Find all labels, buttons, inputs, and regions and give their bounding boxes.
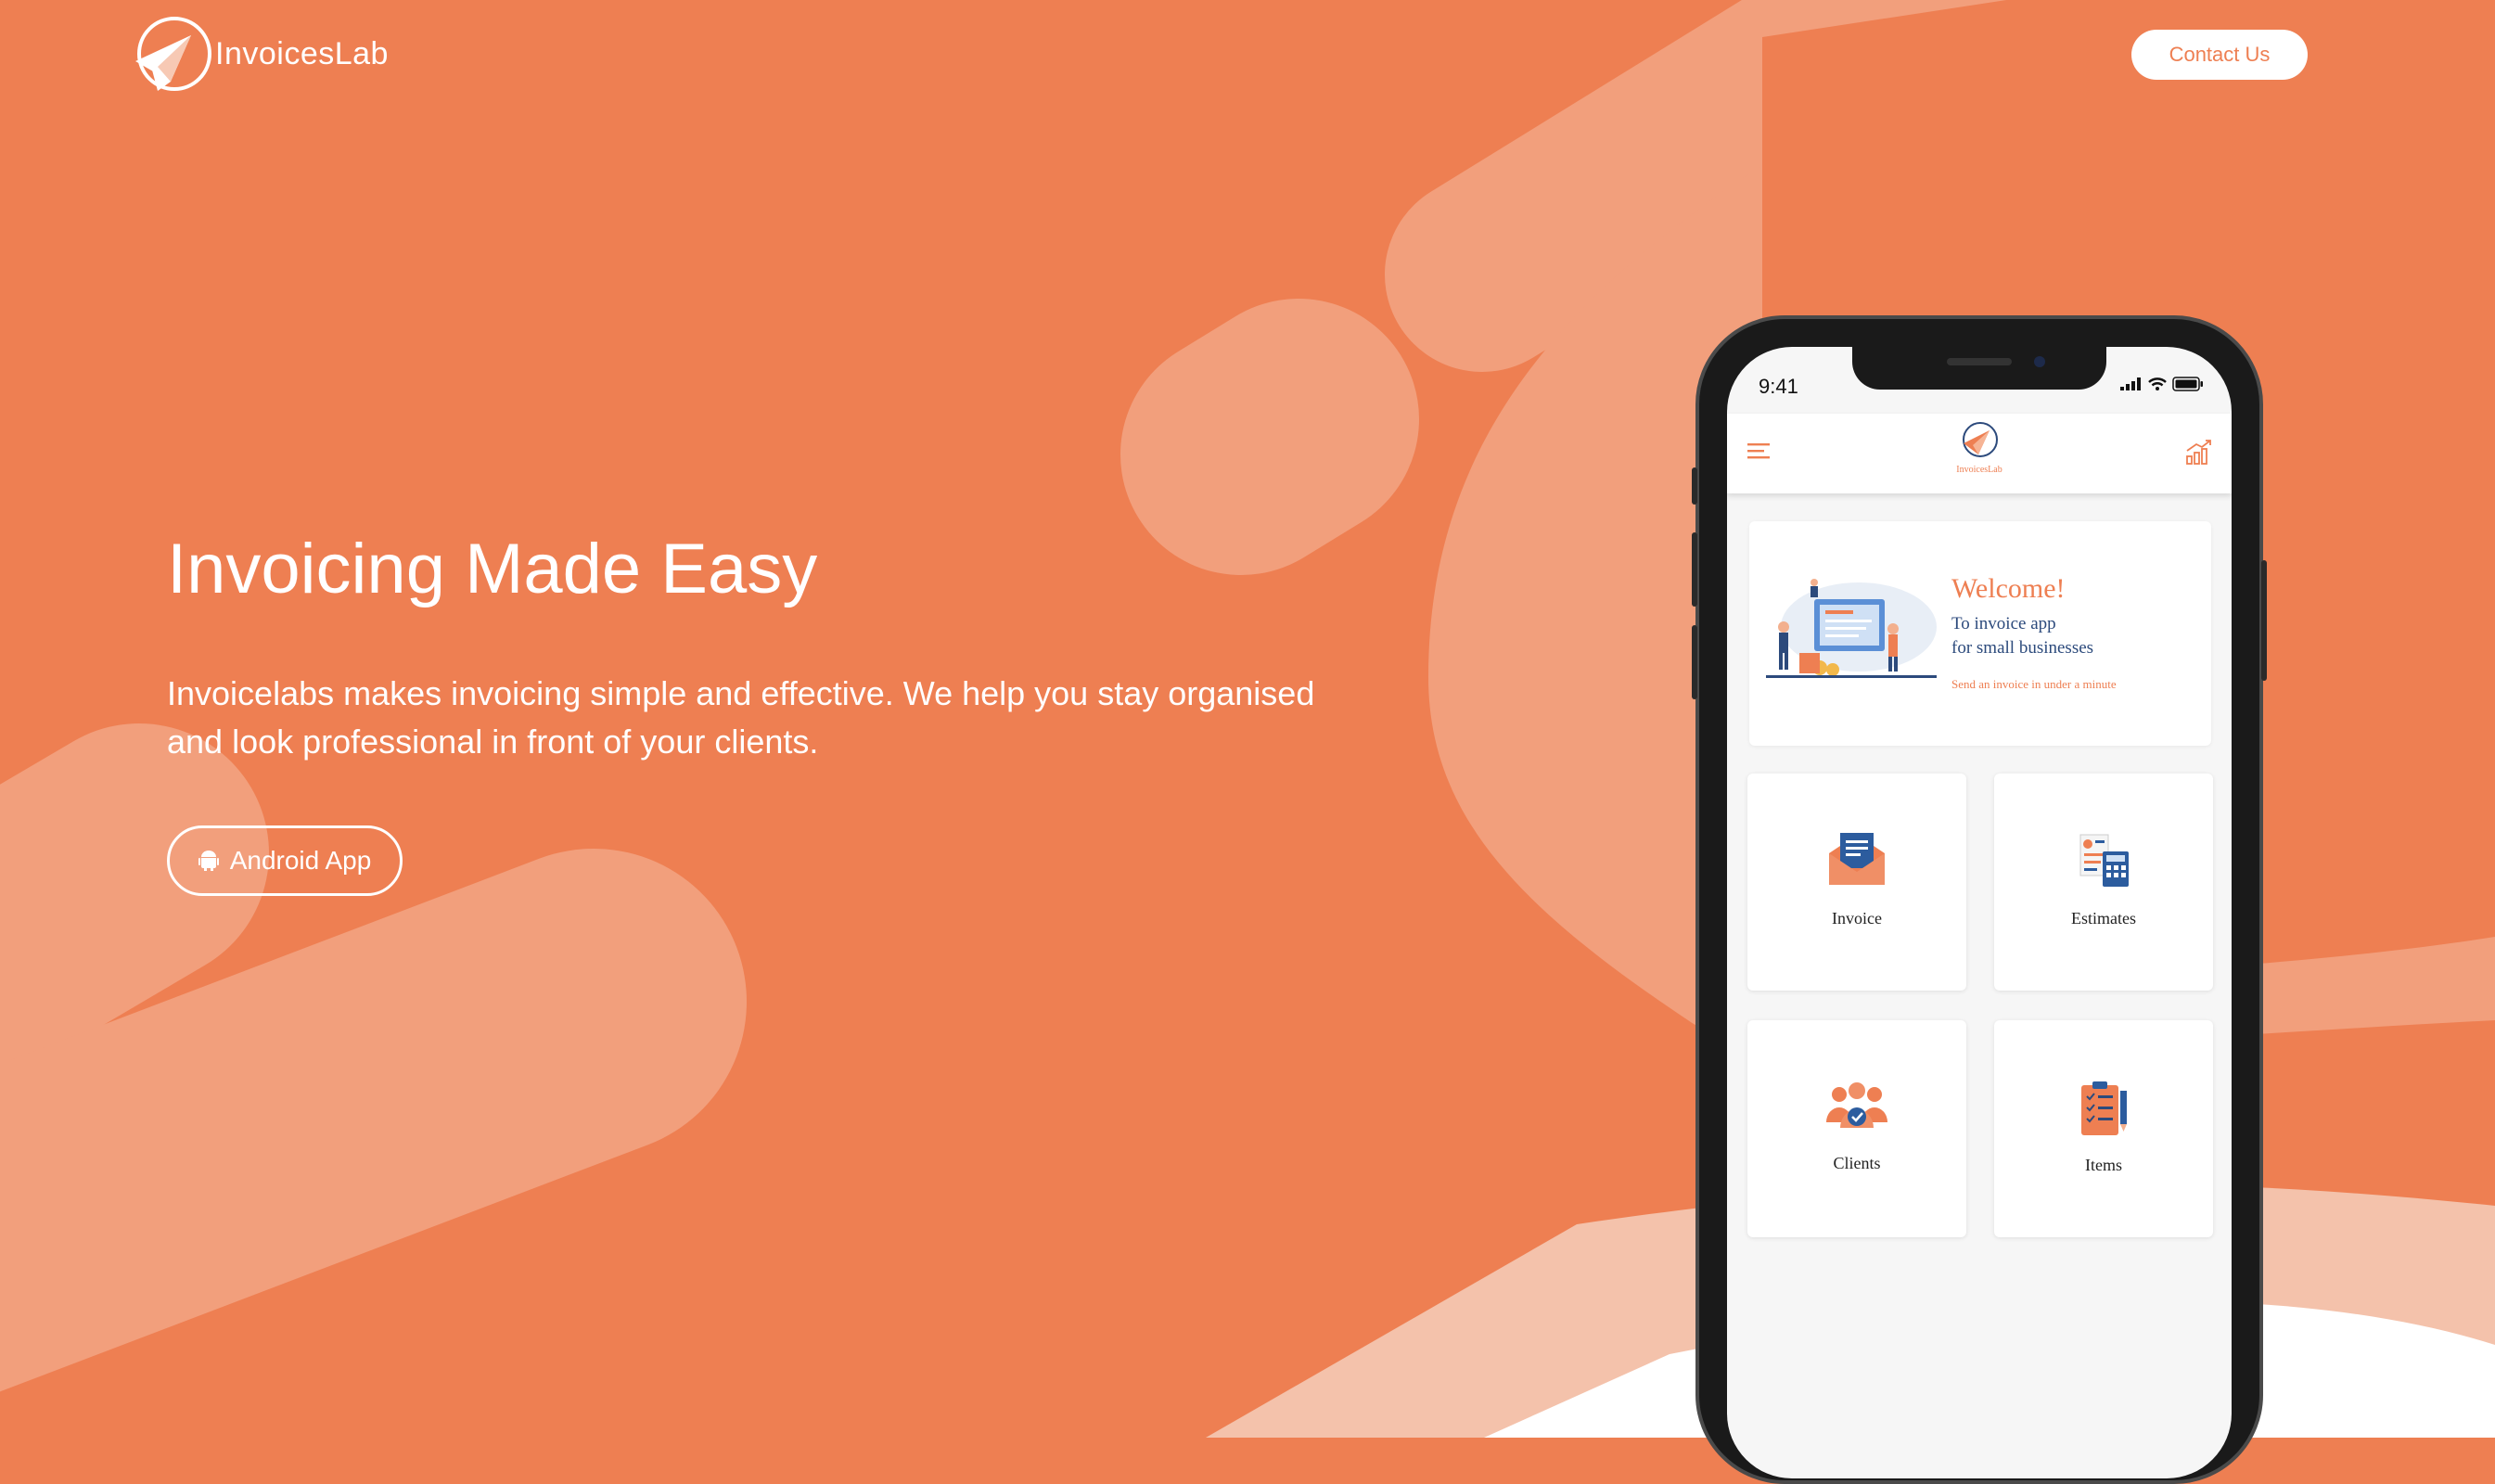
clients-icon <box>1826 1082 1887 1128</box>
clients-tile[interactable]: Clients <box>1747 1020 1966 1237</box>
hero-title: Invoicing Made Easy <box>167 530 818 608</box>
signal-icon <box>2120 377 2141 390</box>
app-bar: InvoicesLab <box>1727 414 2232 493</box>
phone-notch <box>1852 347 2106 390</box>
items-tile[interactable]: Items <box>1994 1020 2213 1237</box>
analytics-chart-icon[interactable] <box>2185 438 2213 466</box>
app-logo: InvoicesLab <box>1942 419 2016 475</box>
phone-mockup: 9:41 InvoicesLab Welcome! To invoice app… <box>1692 315 2267 1484</box>
welcome-line-2: for small businesses <box>1951 638 2094 658</box>
items-icon <box>2081 1081 2127 1135</box>
welcome-line-1: To invoice app <box>1951 614 2056 633</box>
contact-us-button[interactable]: Contact Us <box>2131 30 2308 80</box>
brand-name: InvoicesLab <box>215 35 389 71</box>
welcome-illustration-icon <box>1766 579 1937 678</box>
items-tile-label: Items <box>2085 1156 2122 1174</box>
invoice-tile-label: Invoice <box>1832 909 1882 928</box>
estimates-icon <box>2079 834 2129 887</box>
android-app-button[interactable]: Android App <box>167 825 403 896</box>
brand-logo[interactable]: InvoicesLab <box>130 13 389 95</box>
hero-subtitle: Invoicelabs makes invoicing simple and e… <box>167 674 1315 761</box>
estimates-tile[interactable]: Estimates <box>1994 774 2213 991</box>
phone-screen: 9:41 InvoicesLab Welcome! To invoice app… <box>1727 347 2232 1478</box>
welcome-card: Welcome! To invoice app for small busine… <box>1749 521 2211 746</box>
wifi-icon <box>2148 377 2167 390</box>
site-header: InvoicesLab Contact Us <box>0 0 2495 111</box>
status-icons <box>2120 377 2204 391</box>
invoice-tile[interactable]: Invoice <box>1747 774 1966 991</box>
status-time: 9:41 <box>1759 375 1798 398</box>
battery-icon <box>2172 377 2203 391</box>
clients-tile-label: Clients <box>1833 1154 1881 1172</box>
app-logo-plane-icon <box>1963 422 1998 457</box>
welcome-title: Welcome! <box>1951 573 2066 604</box>
android-icon <box>198 851 219 871</box>
hamburger-menu-icon[interactable] <box>1747 441 1770 460</box>
invoice-icon <box>1829 833 1885 885</box>
app-logo-text: InvoicesLab <box>1956 465 2002 475</box>
estimates-tile-label: Estimates <box>2071 909 2136 928</box>
paper-plane-logo-icon <box>135 17 211 91</box>
welcome-note: Send an invoice in under a minute <box>1951 677 2117 691</box>
android-app-label: Android App <box>229 846 372 875</box>
